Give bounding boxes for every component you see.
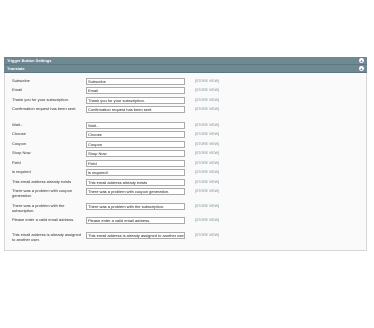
- text-input[interactable]: Email: [86, 87, 185, 94]
- field-row: Please enter a valid email address. Pleas…: [5, 216, 366, 231]
- field-row: Coupon Coupon [STORE VIEW]: [5, 139, 366, 149]
- field-label: Coupon: [12, 140, 27, 146]
- text-input[interactable]: This email address is already assigned t…: [86, 231, 185, 239]
- field-label: This email address already exists: [12, 178, 72, 184]
- field-value-cell: There was a problem with the subscriptio…: [84, 202, 185, 210]
- field-row: Email Email [STORE VIEW]: [5, 86, 366, 96]
- field-row: Thank you for your subscription. Thank yo…: [5, 95, 366, 105]
- scope-label: [STORE VIEW]: [195, 141, 219, 146]
- text-input[interactable]: Confirmation request has been sent.: [86, 106, 185, 113]
- field-label: Subscribe: [12, 77, 30, 83]
- field-value-cell: Field: [84, 159, 185, 167]
- field-row: There was a problem with coupon generati…: [5, 187, 366, 202]
- section-header-translate[interactable]: Translate ▴: [4, 65, 367, 73]
- field-value-cell: Confirmation request has been sent.: [84, 106, 185, 113]
- field-label: Shop Now: [12, 150, 31, 155]
- field-label: Confirmation request has been sent.: [12, 106, 77, 111]
- field-value-cell: Subscribe: [84, 77, 185, 85]
- scope-label: [STORE VIEW]: [195, 107, 219, 111]
- scope-label: [STORE VIEW]: [195, 160, 219, 165]
- field-value-cell: Thank you for your subscription.: [84, 96, 185, 104]
- text-input[interactable]: Thank you for your subscription.: [86, 96, 185, 104]
- collapse-icon[interactable]: ▴: [359, 58, 364, 63]
- field-label: Choose: [12, 131, 26, 136]
- field-row: Choose Choose [STORE VIEW]: [5, 130, 366, 140]
- scope-label: [STORE VIEW]: [195, 132, 219, 136]
- translate-fieldset: Subscribe Subscribe [STORE VIEW] Email Email…: [4, 73, 367, 251]
- field-value-cell: is required!: [84, 169, 185, 176]
- scope-label: [STORE VIEW]: [195, 170, 219, 174]
- scope-label: [STORE VIEW]: [195, 122, 219, 127]
- text-input[interactable]: Coupon: [86, 140, 185, 148]
- field-label: Field: [12, 159, 21, 165]
- field-label: is required: [12, 169, 31, 174]
- collapse-icon[interactable]: ▴: [359, 66, 364, 71]
- field-value-cell: Please enter a valid email address.: [84, 217, 185, 224]
- field-value-cell: This email address is already assigned t…: [84, 231, 185, 239]
- text-input[interactable]: Please enter a valid email address.: [86, 217, 185, 224]
- text-input[interactable]: Field: [86, 159, 185, 167]
- field-row: is required is required! [STORE VIEW]: [5, 168, 366, 178]
- section-title: Trigger Button Settings: [7, 58, 52, 63]
- field-row: Subscribe Subscribe [STORE VIEW]: [5, 76, 366, 86]
- field-row: Field Field [STORE VIEW]: [5, 158, 366, 168]
- text-input[interactable]: Subscribe: [86, 77, 185, 85]
- text-input[interactable]: This email address already exists: [86, 178, 185, 186]
- scope-label: [STORE VIEW]: [195, 232, 219, 237]
- field-value-cell: Coupon: [84, 140, 185, 148]
- text-input[interactable]: There was a problem with the subscriptio…: [86, 202, 185, 210]
- field-label: There was a problem with coupon generati…: [12, 188, 73, 198]
- field-row: This email address is already assigned t…: [5, 230, 366, 245]
- scope-label: [STORE VIEW]: [195, 218, 219, 222]
- field-label: Please enter a valid email address.: [12, 217, 75, 222]
- field-value-cell: This email address already exists: [84, 178, 185, 186]
- field-row: Confirmation request has been sent. Confi…: [5, 105, 366, 121]
- field-label: Wait...: [12, 121, 24, 127]
- text-input[interactable]: There was a problem with coupon generati…: [86, 188, 185, 195]
- field-label: There was a problem with the subscriptio…: [12, 202, 65, 213]
- scope-label: [STORE VIEW]: [195, 203, 219, 208]
- field-row: There was a problem with the subscriptio…: [5, 201, 366, 216]
- field-value-cell: Shop Now: [84, 150, 185, 157]
- field-row: This email address already exists This em…: [5, 177, 366, 187]
- field-value-cell: Wait...: [84, 121, 185, 129]
- field-value-cell: There was a problem with coupon generati…: [84, 188, 185, 195]
- section-header-trigger-button-settings[interactable]: Trigger Button Settings ▴: [4, 57, 367, 65]
- text-input[interactable]: is required!: [86, 169, 185, 176]
- field-row: Wait... Wait... [STORE VIEW]: [5, 120, 366, 130]
- text-input[interactable]: Shop Now: [86, 150, 185, 157]
- field-value-cell: Email: [84, 87, 185, 94]
- scope-label: [STORE VIEW]: [195, 151, 219, 155]
- scope-label: [STORE VIEW]: [195, 78, 219, 83]
- field-label: Email: [12, 87, 23, 92]
- scope-label: [STORE VIEW]: [195, 97, 219, 102]
- field-value-cell: Choose: [84, 131, 185, 138]
- text-input[interactable]: Wait...: [86, 121, 185, 129]
- field-label: Thank you for your subscription.: [12, 96, 69, 102]
- scope-label: [STORE VIEW]: [195, 189, 219, 193]
- scope-label: [STORE VIEW]: [195, 88, 219, 92]
- field-row: Shop Now Shop Now [STORE VIEW]: [5, 149, 366, 159]
- field-label: This email address is already assigned t…: [12, 231, 81, 242]
- scope-label: [STORE VIEW]: [195, 179, 219, 184]
- config-panel: Trigger Button Settings ▴ Translate ▴ Su…: [4, 57, 367, 251]
- section-title: Translate: [7, 66, 25, 71]
- text-input[interactable]: Choose: [86, 131, 185, 138]
